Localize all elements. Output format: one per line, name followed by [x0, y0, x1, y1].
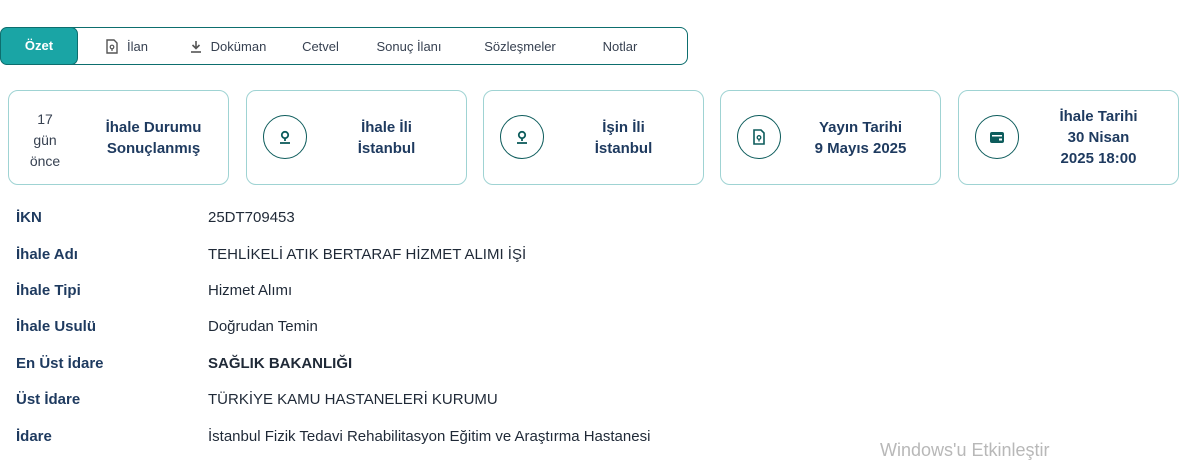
detail-value: TÜRKİYE KAMU HASTANELERİ KURUMU [208, 391, 498, 408]
days-ago-suffix: önce [29, 153, 61, 169]
detail-label: İhale Tipi [16, 282, 81, 299]
detail-label: İhale Usulü [16, 318, 97, 335]
tab-sozlesmeler[interactable]: Sözleşmeler [465, 28, 575, 64]
detail-label: En Üst İdare [16, 355, 104, 372]
document-icon [106, 38, 118, 54]
detail-value: TEHLİKELİ ATIK BERTARAF HİZMET ALIMI İŞİ [208, 246, 527, 263]
isin-ili-title: İşin İli [602, 118, 645, 136]
isin-ili-card: İşin İli İstanbul [483, 90, 704, 185]
ihale-ili-title: İhale İli [361, 118, 412, 136]
ihale-ili-card: İhale İli İstanbul [246, 90, 467, 185]
tab-ozet[interactable]: Özet [0, 26, 78, 65]
days-ago: 17 gün önce [25, 109, 65, 172]
download-icon [190, 40, 202, 53]
tab-notlar[interactable]: Notlar [575, 28, 665, 64]
detail-value: Hizmet Alımı [208, 282, 293, 299]
location-pin-icon [500, 115, 544, 159]
yayin-tarihi-value: 9 Mayıs 2025 [814, 139, 907, 157]
detail-value: Doğrudan Temin [208, 318, 318, 335]
ihale-tarihi-title: İhale Tarihi [1059, 108, 1138, 125]
tab-dokuman-label: Doküman [210, 38, 267, 54]
ihale-ili-value: İstanbul [357, 139, 416, 157]
tab-ilan-label: İlan [127, 38, 148, 54]
yayin-tarihi-title: Yayın Tarihi [818, 118, 903, 136]
yayin-tarihi-card: Yayın Tarihi 9 Mayıs 2025 [720, 90, 941, 185]
tab-ozet-label: Özet [24, 38, 54, 53]
document-icon [737, 115, 781, 159]
status-card: 17 gün önce İhale Durumu Sonuçlanmış [8, 90, 229, 185]
detail-value: 25DT709453 [208, 209, 295, 226]
detail-label: Üst İdare [16, 391, 81, 408]
location-pin-icon [263, 115, 307, 159]
tab-cetvel-label: Cetvel [302, 38, 339, 54]
detail-label: İdare [16, 428, 52, 445]
ihale-tarihi-date: 30 Nisan [1067, 129, 1130, 146]
days-ago-unit: gün [33, 132, 57, 148]
days-ago-number: 17 [37, 111, 53, 127]
status-card-value: Sonuçlanmış [106, 139, 201, 157]
tab-ilan[interactable]: İlan [78, 28, 168, 64]
isin-ili-value: İstanbul [594, 139, 653, 157]
detail-value: İstanbul Fizik Tedavi Rehabilitasyon Eği… [208, 428, 651, 445]
calendar-icon [975, 115, 1019, 159]
tab-sonuc-ilani[interactable]: Sonuç İlanı [353, 28, 465, 64]
tab-cetvel[interactable]: Cetvel [288, 28, 353, 64]
ihale-tarihi-card: İhale Tarihi 30 Nisan 2025 18:00 [958, 90, 1179, 185]
tab-bar: Özet İlan Doküman Cetvel Sonuç İlanı Söz… [0, 26, 688, 65]
tab-sonuc-ilani-label: Sonuç İlanı [376, 38, 442, 54]
tab-dokuman[interactable]: Doküman [168, 28, 288, 64]
detail-label: İKN [16, 209, 42, 226]
tab-notlar-label: Notlar [602, 38, 638, 54]
ihale-tarihi-time: 2025 18:00 [1060, 150, 1137, 167]
windows-activation-watermark: Windows'u Etkinleştir [880, 440, 1050, 460]
detail-label: İhale Adı [16, 246, 78, 263]
status-card-title: İhale Durumu [105, 118, 202, 136]
tab-sozlesmeler-label: Sözleşmeler [484, 38, 556, 54]
detail-value: SAĞLIK BAKANLIĞI [208, 355, 353, 372]
